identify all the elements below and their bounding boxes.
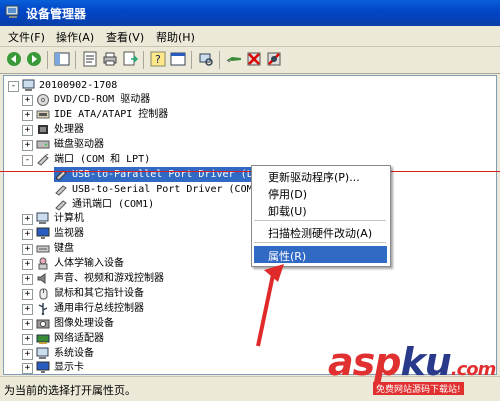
scan-hardware-icon[interactable]: [198, 51, 214, 67]
help-icon[interactable]: ?: [150, 51, 166, 67]
ctx-uninstall[interactable]: 卸载(U): [268, 203, 307, 219]
tree-item-label: 计算机: [54, 213, 84, 224]
port-lpt1[interactable]: USB-to-Parallel Port Driver (LPT1): [54, 167, 281, 182]
annotation-line: [0, 171, 500, 172]
expand-icon[interactable]: +: [22, 319, 33, 330]
tree-item-label: 监视器: [54, 228, 84, 239]
forward-icon[interactable]: [26, 51, 42, 67]
tree-item-label: 显示卡: [54, 362, 84, 373]
keyboard-icon: [36, 245, 50, 253]
expand-icon[interactable]: +: [22, 244, 33, 255]
title-bar[interactable]: 设备管理器: [0, 0, 500, 26]
show-hide-console-tree-icon[interactable]: [54, 51, 70, 67]
expand-icon[interactable]: +: [22, 274, 33, 285]
port-label: 通讯端口 (COM1): [72, 199, 155, 210]
window-view-icon[interactable]: [170, 51, 186, 67]
ctx-separator: [254, 242, 386, 243]
expand-icon[interactable]: +: [22, 259, 33, 270]
menu-view[interactable]: 查看(V): [106, 29, 144, 45]
ctx-separator: [254, 220, 386, 221]
port-icon: [55, 170, 67, 181]
toolbar-separator: [75, 51, 76, 69]
expand-icon[interactable]: +: [22, 140, 33, 151]
mouse-icon: [39, 288, 48, 300]
properties-icon[interactable]: [82, 51, 98, 67]
expand-icon[interactable]: +: [22, 304, 33, 315]
tree-item-label: 键盘: [54, 243, 74, 254]
collapse-icon[interactable]: -: [8, 81, 19, 92]
cdrom-icon: [37, 94, 49, 106]
toolbar: ?: [0, 47, 500, 74]
device-manager-icon: [5, 5, 19, 18]
disk-drive-icon: [36, 140, 50, 149]
tree-item-label: 网络适配器: [54, 333, 104, 344]
tree-item-label: 处理器: [54, 124, 84, 135]
hid-icon: [38, 257, 48, 270]
computer-icon: [22, 79, 35, 91]
port-icon: [55, 200, 67, 211]
tree-item-label: 通用串行总线控制器: [54, 303, 144, 314]
expand-icon[interactable]: +: [22, 125, 33, 136]
svg-text:?: ?: [155, 53, 161, 66]
ctx-scan-hardware[interactable]: 扫描检测硬件改动(A): [268, 225, 372, 241]
tree-item-label: 磁盘驱动器: [54, 139, 104, 150]
expand-icon[interactable]: +: [22, 289, 33, 300]
port-icon: [55, 185, 67, 196]
ide-controller-icon: [36, 110, 50, 119]
ctx-update-driver[interactable]: 更新驱动程序(P)...: [268, 169, 360, 185]
usb-icon: [38, 303, 48, 315]
display-icon: [36, 361, 50, 373]
toolbar-separator: [47, 51, 48, 69]
collapse-icon[interactable]: -: [22, 155, 33, 166]
expand-icon[interactable]: +: [22, 229, 33, 240]
tree-item-label: IDE ATA/ATAPI 控制器: [54, 109, 169, 120]
expand-icon[interactable]: +: [22, 334, 33, 345]
disable-icon[interactable]: [266, 51, 282, 67]
tree-item-label: 系统设备: [54, 348, 94, 359]
sound-icon: [37, 273, 46, 284]
toolbar-separator: [143, 51, 144, 69]
port-icon: [37, 153, 49, 166]
expand-icon[interactable]: +: [22, 349, 33, 360]
watermark-logo: aspku.com aspku 免费网站源码下载站!: [328, 340, 500, 400]
toolbar-separator: [191, 51, 192, 69]
toolbar-separator: [219, 51, 220, 69]
expand-icon[interactable]: +: [22, 363, 33, 374]
print-icon[interactable]: [102, 51, 118, 67]
port-label: USB-to-Serial Port Driver (COM4): [72, 184, 265, 195]
menu-action[interactable]: 操作(A): [56, 29, 94, 45]
expand-icon[interactable]: +: [22, 110, 33, 121]
menu-help[interactable]: 帮助(H): [156, 29, 195, 45]
device-manager-window: 设备管理器 文件(F) 操作(A) 查看(V) 帮助(H) ? - 201009…: [0, 0, 500, 401]
tree-item-label: DVD/CD-ROM 驱动器: [54, 94, 151, 105]
tree-item-label: 声音、视频和游戏控制器: [54, 273, 164, 284]
menu-file[interactable]: 文件(F): [8, 29, 45, 45]
monitor-icon: [36, 227, 50, 239]
export-list-icon[interactable]: [122, 51, 138, 67]
annotation-arrow-icon: [256, 264, 284, 347]
expand-icon[interactable]: +: [22, 214, 33, 225]
tree-item-label: 图像处理设备: [54, 318, 114, 329]
window-title: 设备管理器: [26, 7, 87, 21]
status-text: 为当前的选择打开属性页。: [4, 384, 136, 397]
menu-bar: 文件(F) 操作(A) 查看(V) 帮助(H): [0, 26, 500, 47]
tree-item-label: 鼠标和其它指针设备: [54, 288, 144, 299]
tree-item-label: 人体学输入设备: [54, 258, 124, 269]
uninstall-icon[interactable]: [246, 51, 262, 67]
tree-root-label: 20100902-1708: [39, 80, 118, 91]
tree-item-label: 端口 (COM 和 LPT): [54, 154, 151, 165]
computer-icon: [36, 212, 49, 224]
network-icon: [36, 334, 50, 344]
update-driver-icon[interactable]: [226, 51, 242, 67]
imaging-icon: [36, 319, 50, 329]
system-icon: [36, 347, 49, 359]
expand-icon[interactable]: +: [22, 95, 33, 106]
watermark-subtitle: 免费网站源码下载站!: [373, 382, 464, 395]
back-icon[interactable]: [6, 51, 22, 67]
ctx-disable[interactable]: 停用(D): [268, 186, 307, 202]
processor-icon: [38, 125, 48, 134]
